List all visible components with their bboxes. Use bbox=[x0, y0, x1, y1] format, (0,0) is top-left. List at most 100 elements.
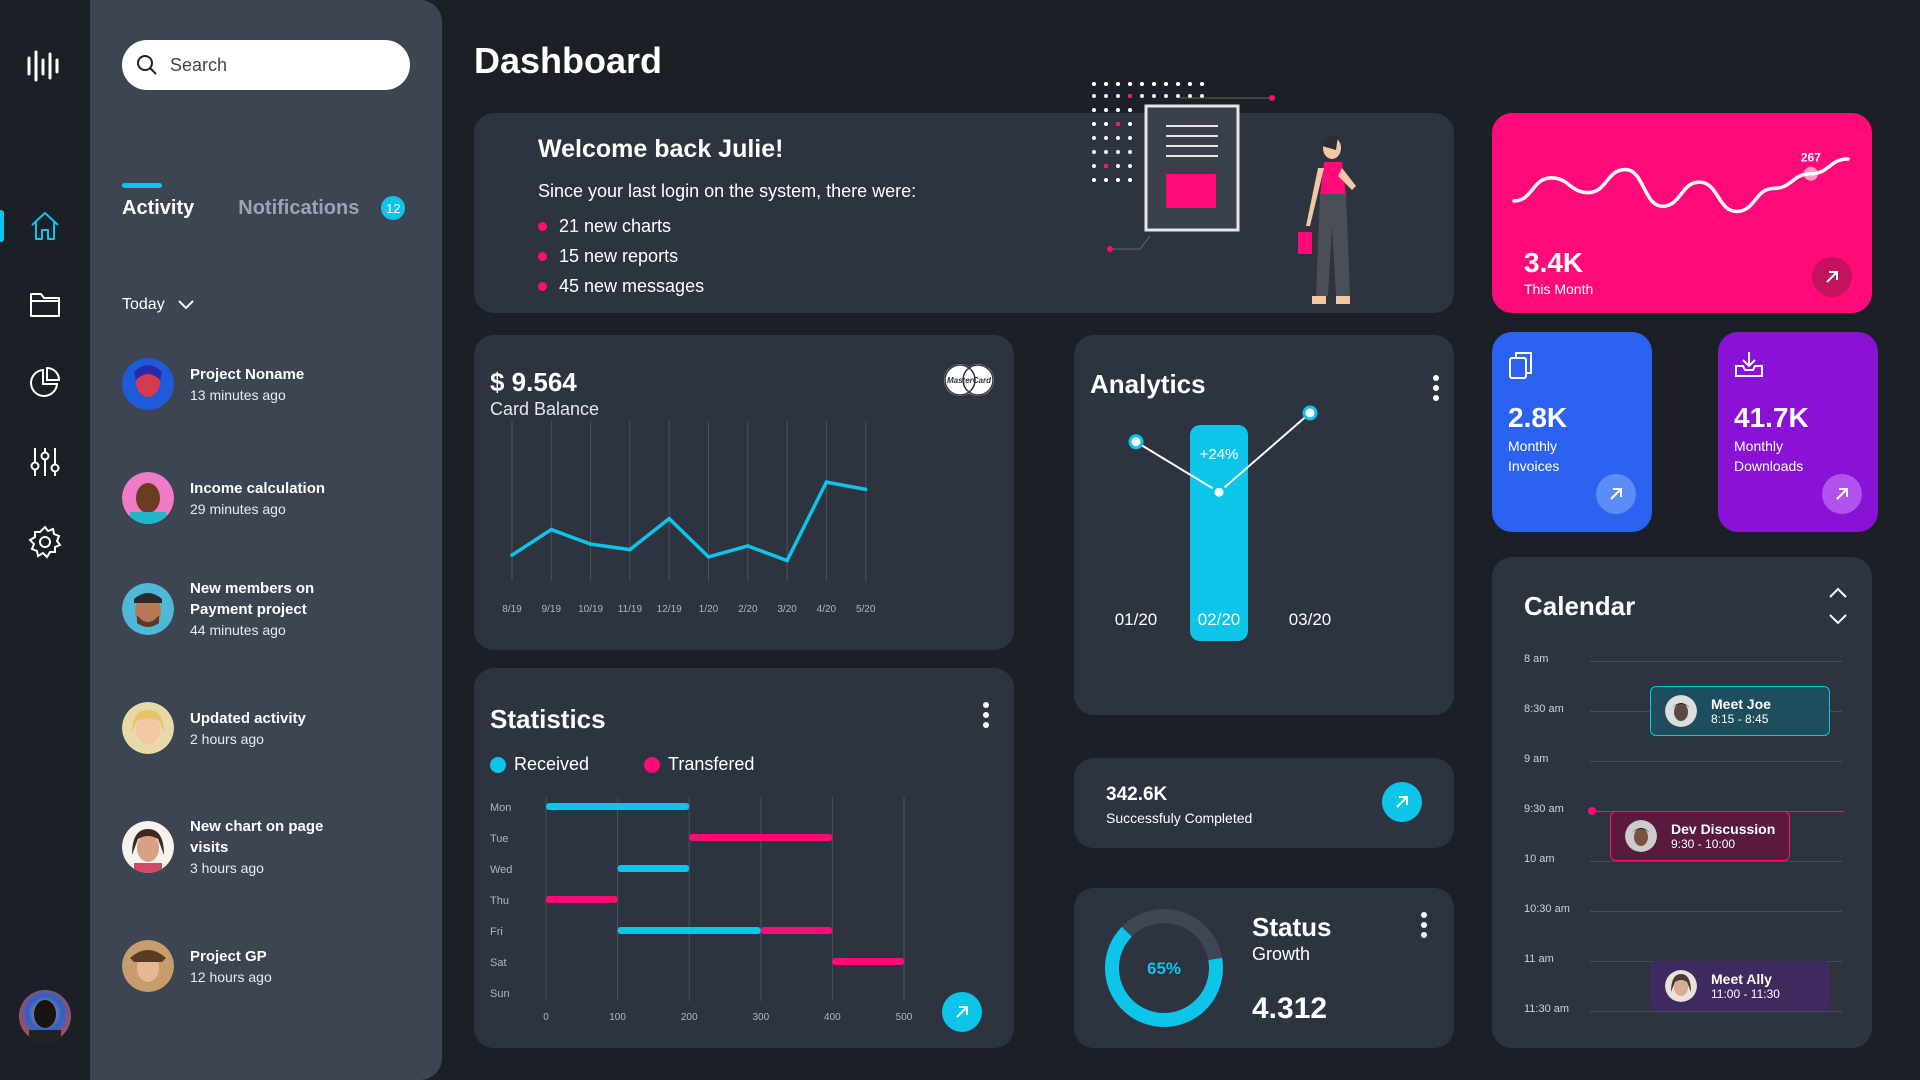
list-item[interactable]: Updated activity 2 hours ago bbox=[122, 702, 306, 754]
time-gridline bbox=[1590, 1011, 1842, 1012]
time-label: 8:30 am bbox=[1524, 703, 1564, 715]
activity-time: 12 hours ago bbox=[190, 968, 272, 985]
welcome-list: 21 new charts 15 new reports 45 new mess… bbox=[538, 211, 704, 301]
data-point bbox=[1302, 405, 1318, 421]
tab-activity[interactable]: Activity bbox=[122, 182, 194, 220]
chevron-down-icon[interactable] bbox=[1828, 613, 1848, 625]
x-tick-label: 300 bbox=[752, 1012, 769, 1023]
balance-line-chart: 8/19 9/19 10/19 11/19 12/19 1/20 2/20 3/20 4/20 5… bbox=[502, 421, 876, 615]
card-balance-card: $ 9.564 Card Balance MasterCard 8/19 9/19… bbox=[474, 335, 1014, 650]
list-item[interactable]: New members on Payment project 44 minutes… bbox=[122, 578, 340, 640]
activity-panel: Activity Notifications 12 Today Project … bbox=[90, 0, 442, 1080]
time-label: 8 am bbox=[1524, 653, 1549, 665]
arrow-up-right-icon bbox=[1826, 271, 1838, 283]
search-icon bbox=[137, 55, 157, 75]
y-tick-label: Wed bbox=[490, 864, 512, 876]
completed-label: Successfuly Completed bbox=[1106, 810, 1253, 826]
highlight-label: +24% bbox=[1200, 446, 1239, 463]
page-title: Dashboard bbox=[474, 40, 663, 81]
logo-icon[interactable] bbox=[26, 48, 62, 89]
list-item[interactable]: Income calculation 29 minutes ago bbox=[122, 472, 325, 524]
completed-card: 342.6K Successfuly Completed bbox=[1074, 758, 1454, 848]
nav-controls[interactable] bbox=[0, 432, 90, 492]
chevron-down-icon bbox=[177, 300, 194, 310]
avatar bbox=[122, 583, 174, 635]
y-tick-label: Sun bbox=[490, 988, 510, 1000]
invoices-label: Monthly Invoices bbox=[1508, 438, 1560, 474]
event-title: Meet Joe bbox=[1711, 696, 1771, 712]
status-card: 65% Status Growth 4.312 bbox=[1074, 888, 1454, 1048]
calendar-event[interactable]: Meet Ally 11:00 - 11:30 bbox=[1650, 961, 1830, 1011]
arrow-up-right-icon bbox=[956, 1006, 968, 1018]
activity-title: New chart on page visits bbox=[190, 818, 324, 856]
x-tick-label: 2/20 bbox=[738, 604, 758, 615]
avatar bbox=[122, 472, 174, 524]
activity-time: 29 minutes ago bbox=[190, 500, 286, 517]
statistics-card: Statistics Received Transfered 0 100 200 30… bbox=[474, 668, 1014, 1048]
icon-rail bbox=[0, 0, 90, 1080]
statistics-open-button[interactable] bbox=[942, 992, 982, 1032]
list-item[interactable]: Project Noname 13 minutes ago bbox=[122, 358, 304, 410]
time-gridline bbox=[1590, 761, 1842, 762]
x-tick-label: 10/19 bbox=[578, 604, 603, 615]
data-point bbox=[746, 544, 750, 548]
x-tick-label: 200 bbox=[681, 1012, 698, 1023]
calendar-event[interactable]: Meet Joe 8:15 - 8:45 bbox=[1650, 686, 1830, 736]
welcome-intro: Since your last login on the system, the… bbox=[538, 181, 917, 201]
time-label: 11:30 am bbox=[1524, 1003, 1570, 1015]
x-tick-label: 02/20 bbox=[1198, 610, 1241, 629]
tab-notifications[interactable]: Notifications bbox=[238, 197, 359, 220]
range-bar bbox=[689, 834, 833, 841]
x-tick-label: 11/19 bbox=[618, 604, 643, 615]
nav-files[interactable] bbox=[0, 274, 90, 334]
range-bar bbox=[617, 927, 761, 934]
more-options-icon[interactable] bbox=[1420, 912, 1428, 938]
activity-title: Updated activity bbox=[190, 709, 306, 727]
x-tick-label: 500 bbox=[896, 1012, 913, 1023]
settings-icon bbox=[28, 525, 62, 559]
invoices-open-button[interactable] bbox=[1596, 474, 1636, 514]
activity-time: 13 minutes ago bbox=[190, 386, 286, 403]
downloads-label: Monthly Downloads bbox=[1734, 438, 1804, 474]
x-tick-label: 9/19 bbox=[542, 604, 562, 615]
activity-title: New members on Payment project bbox=[190, 580, 315, 618]
nav-home[interactable] bbox=[0, 196, 90, 256]
calendar-card: Calendar 8 am 8:30 am 9 am 9:30 am 10 am… bbox=[1492, 557, 1872, 1048]
x-tick-label: 5/20 bbox=[856, 604, 876, 615]
home-icon bbox=[31, 212, 59, 240]
data-point bbox=[785, 558, 789, 563]
wave-highlight-point bbox=[1803, 166, 1818, 181]
status-value: 4.312 bbox=[1252, 992, 1328, 1025]
completed-open-button[interactable] bbox=[1382, 782, 1422, 822]
search-input[interactable] bbox=[170, 54, 390, 76]
data-point bbox=[549, 527, 554, 532]
range-bar bbox=[546, 803, 690, 810]
calendar-event[interactable]: Dev Discussion 9:30 - 10:00 bbox=[1610, 811, 1790, 861]
data-point bbox=[510, 553, 514, 557]
chevron-up-icon[interactable] bbox=[1828, 587, 1848, 599]
avatar bbox=[122, 940, 174, 992]
x-tick-label: 12/19 bbox=[657, 604, 682, 615]
invoices-card: 2.8K Monthly Invoices bbox=[1492, 332, 1652, 532]
monthly-open-button[interactable] bbox=[1812, 257, 1852, 297]
user-avatar[interactable] bbox=[19, 990, 71, 1042]
y-tick-label: Fri bbox=[490, 926, 503, 938]
welcome-item: 15 new reports bbox=[538, 241, 704, 271]
avatar bbox=[1625, 820, 1657, 852]
search-box[interactable] bbox=[122, 40, 410, 90]
date-filter-dropdown[interactable]: Today bbox=[122, 296, 195, 314]
list-item[interactable]: Project GP 12 hours ago bbox=[122, 940, 272, 992]
data-point bbox=[667, 516, 671, 521]
wave-annotation-label: 267 bbox=[1801, 151, 1821, 165]
list-item[interactable]: New chart on page visits 3 hours ago bbox=[122, 816, 340, 878]
time-gridline bbox=[1590, 661, 1842, 662]
avatar bbox=[122, 358, 174, 410]
status-title: Status bbox=[1252, 912, 1332, 942]
activity-title: Income calculation bbox=[190, 479, 326, 497]
nav-settings[interactable] bbox=[0, 512, 90, 572]
nav-reports[interactable] bbox=[0, 352, 90, 412]
downloads-open-button[interactable] bbox=[1822, 474, 1862, 514]
y-tick-label: Mon bbox=[490, 802, 511, 814]
status-donut-chart: 65% bbox=[1105, 909, 1223, 1027]
time-label: 11 am bbox=[1524, 953, 1554, 965]
